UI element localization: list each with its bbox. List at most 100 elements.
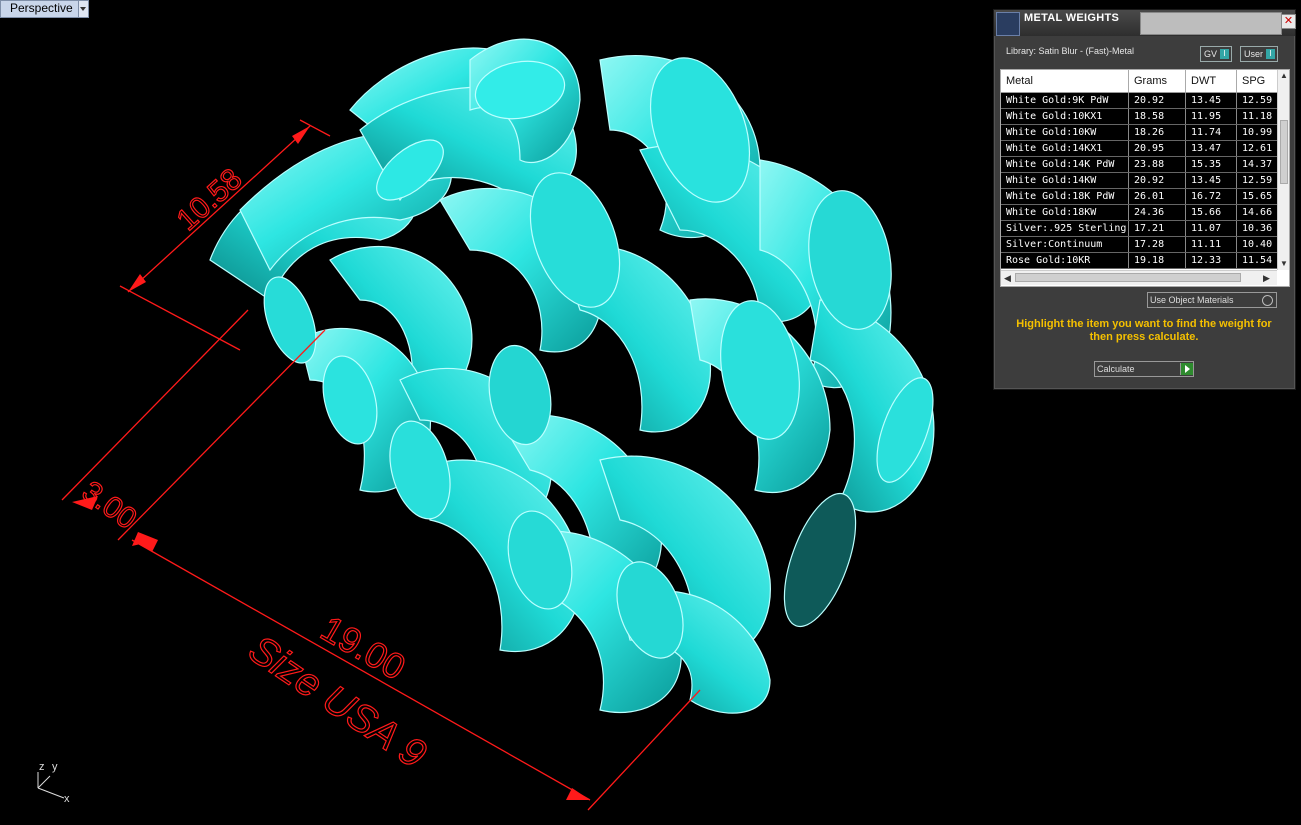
- cell-metal: White Gold:9K PdW: [1001, 93, 1129, 108]
- cell-spg: 14.37: [1242, 159, 1273, 170]
- cell-metal: Silver:.925 Sterling: [1001, 221, 1129, 236]
- cell-dwt: 13.45: [1186, 93, 1237, 108]
- dim-3-00-line-a: [61, 309, 249, 501]
- table-row[interactable]: Rose Gold:10KR 19.18 12.33 11.54: [1001, 253, 1277, 269]
- table-row[interactable]: White Gold:14KX1 20.95 13.47 12.61: [1001, 141, 1277, 157]
- cell-dwt: 11.95: [1186, 109, 1237, 124]
- cell-spg: 12.59: [1242, 95, 1273, 106]
- table-header: Metal Grams DWT SPG: [1001, 70, 1277, 93]
- table-row[interactable]: White Gold:18K PdW 26.01 16.72 15.65: [1001, 189, 1277, 205]
- cell-metal: White Gold:14KX1: [1001, 141, 1129, 156]
- cell-spg: 10.36: [1242, 223, 1273, 234]
- curb-chain-ring: [209, 38, 935, 714]
- cell-grams: 19.18: [1129, 253, 1186, 268]
- dim-10-58-ext-a: [119, 285, 241, 351]
- column-header-dwt[interactable]: DWT: [1186, 70, 1237, 92]
- cell-dwt: 15.35: [1186, 157, 1237, 172]
- axis-gizmo: z y x: [37, 761, 70, 805]
- scroll-right-icon[interactable]: ▶: [1263, 271, 1270, 285]
- calculate-button[interactable]: Calculate: [1094, 361, 1194, 377]
- dim-10-58-arrow-b: [292, 126, 310, 144]
- cell-metal: White Gold:10KW: [1001, 125, 1129, 140]
- dim-10-58-arrow-a: [128, 274, 146, 292]
- plugin-logo-icon: [996, 12, 1020, 36]
- axis-y-label: y: [52, 761, 58, 773]
- dim-19-00-arrow-a: [134, 540, 158, 552]
- table-row[interactable]: Silver:.925 Sterling 17.21 11.07 10.36: [1001, 221, 1277, 237]
- cell-metal: White Gold:18KW: [1001, 205, 1129, 220]
- metal-weights-table[interactable]: Metal Grams DWT SPG White Gold:9K PdW 20.…: [1000, 69, 1290, 287]
- cell-grams: 23.88: [1129, 157, 1186, 172]
- viewport-label-text: Perspective: [10, 1, 73, 15]
- scroll-up-icon[interactable]: ▲: [1278, 70, 1289, 82]
- cell-dwt: 15.66: [1186, 205, 1237, 220]
- table-row[interactable]: White Gold:10KW 18.26 11.74 10.99: [1001, 125, 1277, 141]
- cell-dwt: 11.11: [1186, 237, 1237, 252]
- gv-toggle[interactable]: GV I: [1200, 46, 1233, 62]
- panel-title-strip: [1140, 12, 1282, 35]
- cell-spg: 12.61: [1242, 143, 1273, 154]
- cell-grams: 18.26: [1129, 125, 1186, 140]
- table-row[interactable]: White Gold:18KW 24.36 15.66 14.66: [1001, 205, 1277, 221]
- horizontal-scroll-thumb[interactable]: [1015, 273, 1241, 282]
- column-header-spg[interactable]: SPG: [1237, 70, 1277, 92]
- cell-metal: White Gold:14K PdW: [1001, 157, 1129, 172]
- cell-grams: 20.92: [1129, 173, 1186, 188]
- table-row[interactable]: White Gold:14K PdW 23.88 15.35 14.37: [1001, 157, 1277, 173]
- cell-spg: 10.99: [1242, 127, 1273, 138]
- cell-dwt: 11.74: [1186, 125, 1237, 140]
- viewport-menu-dropdown-icon[interactable]: [77, 1, 88, 17]
- cell-dwt: 13.45: [1186, 173, 1237, 188]
- gv-toggle-label: GV: [1204, 49, 1218, 59]
- axis-z-label: z: [39, 761, 45, 773]
- cell-spg: 10.40: [1242, 239, 1273, 250]
- cell-dwt: 16.72: [1186, 189, 1237, 204]
- viewport-label[interactable]: Perspective: [0, 0, 89, 18]
- table-horizontal-scrollbar[interactable]: ◀ ▶: [1001, 270, 1277, 285]
- panel-title: METAL WEIGHTS: [1024, 12, 1120, 24]
- use-object-materials-option[interactable]: Use Object Materials: [1147, 292, 1277, 308]
- use-object-materials-label: Use Object Materials: [1150, 295, 1234, 305]
- table-row[interactable]: White Gold:14KW 20.92 13.45 12.59: [1001, 173, 1277, 189]
- user-toggle-switch[interactable]: I: [1266, 49, 1276, 59]
- user-toggle-label: User: [1244, 49, 1264, 59]
- metal-weights-panel: METAL WEIGHTS ✕ Library: Satin Blur - (F…: [993, 9, 1296, 390]
- axis-x-label: x: [64, 793, 70, 805]
- scroll-down-icon[interactable]: ▼: [1278, 258, 1289, 270]
- cell-grams: 20.95: [1129, 141, 1186, 156]
- cell-metal: White Gold:18K PdW: [1001, 189, 1129, 204]
- table-vertical-scrollbar[interactable]: ▲ ▼: [1277, 70, 1289, 270]
- calculate-label: Calculate: [1097, 364, 1135, 374]
- column-header-grams[interactable]: Grams: [1129, 70, 1186, 92]
- play-arrow-icon[interactable]: [1180, 363, 1193, 375]
- cell-spg: 11.18: [1242, 111, 1273, 122]
- cell-dwt: 11.07: [1186, 221, 1237, 236]
- table-row[interactable]: White Gold:9K PdW 20.92 13.45 12.59: [1001, 93, 1277, 109]
- table-body: White Gold:9K PdW 20.92 13.45 12.59 White Go…: [1001, 93, 1277, 269]
- dim-19-00-arrow-b: [566, 788, 590, 800]
- cell-metal: Silver:Continuum: [1001, 237, 1129, 252]
- dim-band-label: 3.00: [76, 475, 143, 536]
- cell-metal: Rose Gold:10KR: [1001, 253, 1129, 268]
- cell-grams: 17.28: [1129, 237, 1186, 252]
- library-label: Library: Satin Blur - (Fast)-Metal: [1006, 46, 1135, 56]
- vertical-scroll-thumb[interactable]: [1280, 120, 1288, 184]
- cell-grams: 24.36: [1129, 205, 1186, 220]
- table-row[interactable]: Silver:Continuum 17.28 11.11 10.40: [1001, 237, 1277, 253]
- use-object-materials-radio-icon[interactable]: [1262, 294, 1273, 306]
- cell-dwt: 12.33: [1186, 253, 1237, 268]
- cell-spg: 14.66: [1242, 207, 1273, 218]
- cell-spg: 15.65: [1242, 191, 1273, 202]
- close-icon[interactable]: ✕: [1281, 14, 1296, 29]
- cell-spg: 11.54: [1242, 255, 1273, 266]
- cell-metal: White Gold:10KX1: [1001, 109, 1129, 124]
- cell-grams: 17.21: [1129, 221, 1186, 236]
- instruction-text: Highlight the item you want to find the …: [1016, 318, 1272, 343]
- panel-title-bar[interactable]: METAL WEIGHTS ✕: [994, 10, 1296, 36]
- column-header-metal[interactable]: Metal: [1001, 70, 1129, 92]
- gv-toggle-switch[interactable]: I: [1220, 49, 1230, 59]
- cell-spg: 12.59: [1242, 175, 1273, 186]
- user-toggle[interactable]: User I: [1240, 46, 1279, 62]
- table-row[interactable]: White Gold:10KX1 18.58 11.95 11.18: [1001, 109, 1277, 125]
- scroll-left-icon[interactable]: ◀: [1004, 271, 1011, 285]
